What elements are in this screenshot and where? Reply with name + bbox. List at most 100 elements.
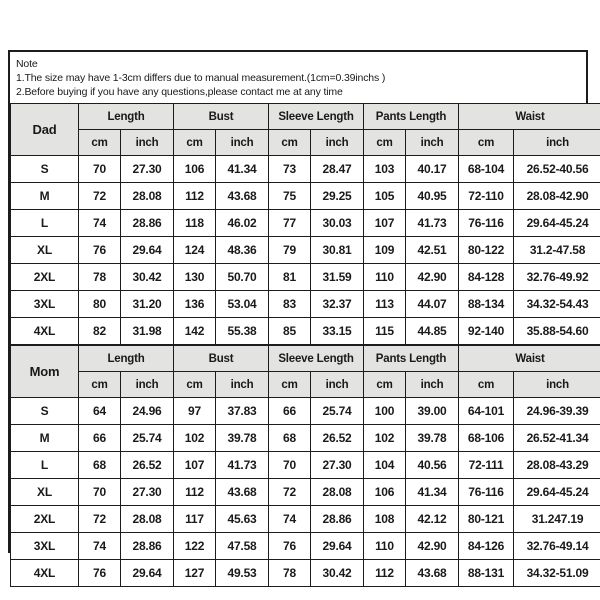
unit-header-bust-cm: cm (173, 371, 216, 398)
cell-bust-in: 43.68 (214, 182, 270, 210)
group-header-length: Length (78, 345, 174, 372)
group-header-pants-length: Pants Length (363, 345, 460, 372)
cell-bust-in: 39.78 (214, 424, 270, 452)
cell-bust-in: 49.53 (214, 559, 270, 587)
unit-header-length-inch: inch (120, 371, 174, 398)
group-header-sleeve-length: Sleeve Length (268, 103, 365, 130)
cell-sleeve-cm: 79 (268, 236, 312, 264)
cell-bust-in: 43.68 (214, 478, 270, 506)
size-cell: M (10, 182, 79, 210)
cell-waist-cm: 88-134 (458, 290, 515, 318)
note-line-1: 1.The size may have 1-3cm differs due to… (16, 72, 386, 84)
cell-pants-cm: 106 (363, 478, 407, 506)
cell-pants-in: 40.56 (405, 451, 460, 479)
cell-pants-cm: 102 (363, 424, 407, 452)
cell-bust-cm: 112 (173, 478, 216, 506)
cell-length-cm: 80 (78, 290, 121, 318)
cell-length-cm: 72 (78, 182, 121, 210)
cell-waist-cm: 88-131 (458, 559, 515, 587)
cell-bust-cm: 142 (173, 317, 216, 345)
cell-sleeve-cm: 77 (268, 209, 312, 237)
unit-header-bust-cm: cm (173, 129, 216, 156)
unit-header-pants-length-cm: cm (363, 371, 407, 398)
table-row: 4XL 82 31.98 142 55.38 85 33.15 115 44.85 92-140 3… (10, 317, 600, 345)
cell-length-in: 28.08 (120, 505, 174, 533)
cell-length-cm: 70 (78, 478, 121, 506)
cell-waist-cm: 68-104 (458, 155, 515, 183)
unit-header-length-inch: inch (120, 129, 174, 156)
cell-length-cm: 76 (78, 236, 121, 264)
cell-length-cm: 68 (78, 451, 121, 479)
table-row: M 66 25.74 102 39.78 68 26.52 102 39.78 68-106 26.… (10, 424, 600, 452)
cell-pants-in: 40.95 (405, 182, 460, 210)
cell-bust-cm: 130 (173, 263, 216, 291)
cell-pants-cm: 105 (363, 182, 407, 210)
size-cell: S (10, 155, 79, 183)
cell-length-cm: 74 (78, 532, 121, 560)
cell-length-in: 31.20 (120, 290, 174, 318)
cell-waist-in: 26.52-40.56 (513, 155, 600, 183)
cell-length-in: 28.86 (120, 532, 174, 560)
cell-waist-in: 32.76-49.92 (513, 263, 600, 291)
cell-waist-in: 31.2-47.58 (513, 236, 600, 264)
cell-waist-in: 34.32-54.43 (513, 290, 600, 318)
unit-header-pants-length-inch: inch (405, 371, 460, 398)
cell-pants-cm: 113 (363, 290, 407, 318)
table-row: 4XL 76 29.64 127 49.53 78 30.42 112 43.68 88-131 3… (10, 559, 600, 587)
cell-waist-cm: 76-116 (458, 478, 515, 506)
size-cell: 4XL (10, 317, 79, 345)
size-cell: 2XL (10, 505, 79, 533)
cell-bust-cm: 102 (173, 424, 216, 452)
cell-pants-cm: 112 (363, 559, 407, 587)
cell-waist-cm: 72-110 (458, 182, 515, 210)
size-cell: 3XL (10, 532, 79, 560)
note-line-2: 2.Before buying if you have any question… (16, 86, 343, 98)
unit-header-waist-cm: cm (458, 371, 515, 398)
cell-sleeve-in: 28.47 (310, 155, 365, 183)
cell-length-cm: 70 (78, 155, 121, 183)
unit-header-row: cminchcminchcminchcminchcminchcminch (11, 129, 600, 156)
unit-header-waist-cm: cm (458, 129, 515, 156)
cell-pants-in: 40.17 (405, 155, 460, 183)
unit-header-length-cm: cm (78, 129, 121, 156)
cell-length-in: 25.74 (120, 424, 174, 452)
cell-sleeve-cm: 78 (268, 559, 312, 587)
cell-sleeve-cm: 83 (268, 290, 312, 318)
cell-pants-in: 44.07 (405, 290, 460, 318)
cell-sleeve-in: 28.08 (310, 478, 365, 506)
unit-header-sleeve-length-cm: cm (268, 371, 312, 398)
cell-bust-cm: 122 (173, 532, 216, 560)
cell-waist-cm: 84-128 (458, 263, 515, 291)
cell-sleeve-cm: 70 (268, 451, 312, 479)
cell-waist-in: 28.08-42.90 (513, 182, 600, 210)
cell-length-in: 29.64 (120, 559, 174, 587)
cell-bust-in: 46.02 (214, 209, 270, 237)
cell-sleeve-cm: 68 (268, 424, 312, 452)
cell-pants-cm: 108 (363, 505, 407, 533)
cell-waist-cm: 68-106 (458, 424, 515, 452)
cell-bust-cm: 107 (173, 451, 216, 479)
cell-sleeve-in: 29.64 (310, 532, 365, 560)
cell-waist-in: 26.52-41.34 (513, 424, 600, 452)
cell-waist-cm: 72-111 (458, 451, 515, 479)
cell-sleeve-in: 25.74 (310, 397, 365, 425)
cell-length-cm: 74 (78, 209, 121, 237)
cell-bust-cm: 106 (173, 155, 216, 183)
cell-bust-in: 50.70 (214, 263, 270, 291)
cell-waist-in: 29.64-45.24 (513, 478, 600, 506)
cell-pants-cm: 110 (363, 263, 407, 291)
cell-bust-cm: 124 (173, 236, 216, 264)
cell-waist-in: 28.08-43.29 (513, 451, 600, 479)
unit-header-sleeve-length-inch: inch (310, 371, 365, 398)
cell-pants-cm: 107 (363, 209, 407, 237)
table-label-dad: Dad (10, 103, 79, 156)
cell-waist-in: 32.76-49.14 (513, 532, 600, 560)
cell-sleeve-in: 30.81 (310, 236, 365, 264)
cell-waist-cm: 80-121 (458, 505, 515, 533)
cell-bust-in: 53.04 (214, 290, 270, 318)
size-table-mom: Mom Length Bust Sleeve Length Pants Length Wa… (10, 345, 600, 587)
size-cell: 3XL (10, 290, 79, 318)
cell-bust-in: 45.63 (214, 505, 270, 533)
unit-header-waist-inch: inch (513, 129, 600, 156)
table-row: 2XL 72 28.08 117 45.63 74 28.86 108 42.12 80-121 3… (10, 505, 600, 533)
